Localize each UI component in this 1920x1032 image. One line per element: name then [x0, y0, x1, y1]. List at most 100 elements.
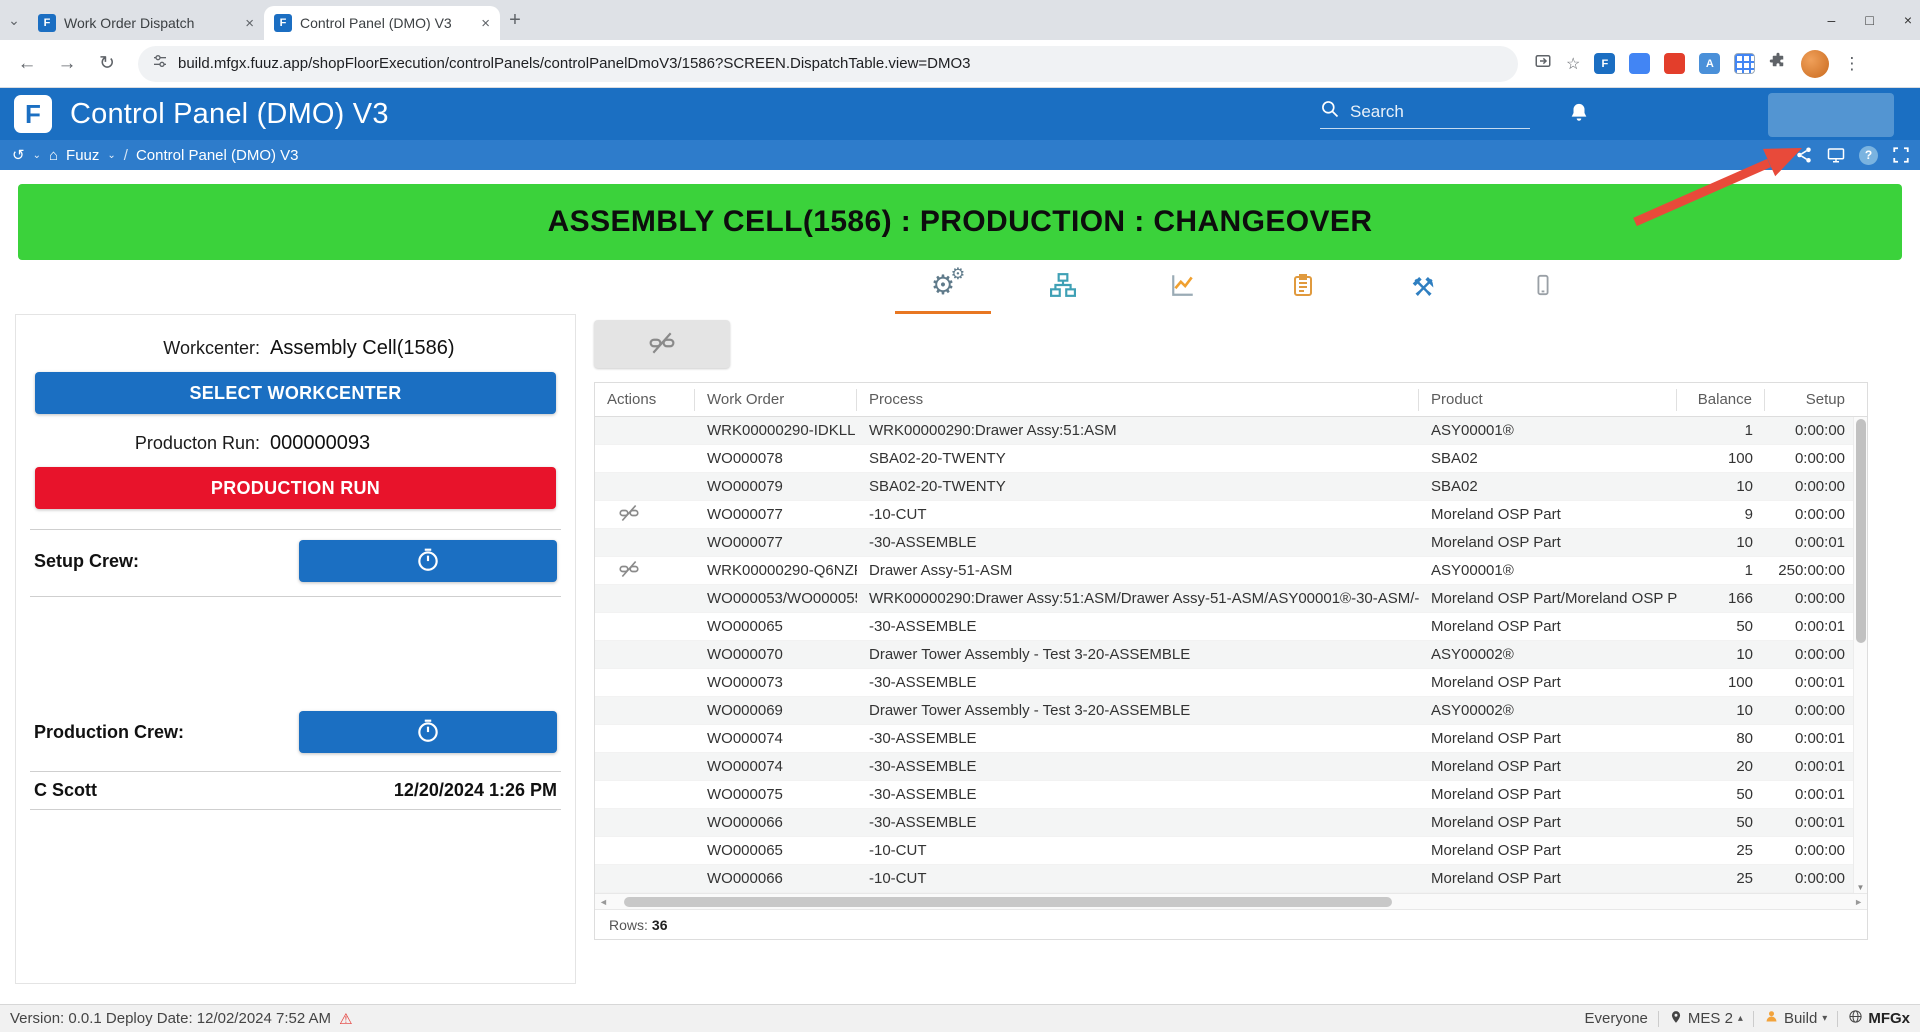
forward-button[interactable]: →	[50, 53, 84, 75]
row-balance: 10	[1677, 702, 1765, 719]
row-actions-cell	[595, 643, 695, 667]
scroll-right-arrow-icon[interactable]: ►	[1854, 897, 1863, 907]
minimize-button[interactable]: –	[1828, 12, 1836, 28]
new-tab-button[interactable]: +	[500, 9, 530, 32]
table-header: Actions Work Order Process Product Balan…	[595, 383, 1867, 417]
table-row[interactable]: WO000078 SBA02-20-TWENTY SBA02 100 0:00:…	[595, 445, 1867, 473]
share-link-icon[interactable]	[1795, 146, 1813, 164]
horizontal-scrollbar-track[interactable]	[612, 897, 1850, 907]
row-process: -30-ASSEMBLE	[857, 758, 1419, 775]
column-header-balance[interactable]: Balance	[1677, 389, 1765, 411]
tab-close-icon[interactable]: ×	[245, 15, 254, 32]
column-header-work-order[interactable]: Work Order	[695, 389, 857, 411]
browser-tab-control-panel[interactable]: F Control Panel (DMO) V3 ×	[264, 6, 500, 40]
bookmark-star-icon[interactable]: ☆	[1566, 54, 1580, 74]
user-menu-button[interactable]	[1768, 93, 1894, 137]
row-actions-cell	[595, 531, 695, 555]
environment-selector[interactable]: MES 2 ▴	[1669, 1010, 1743, 1028]
history-chevron-icon[interactable]: ⌄	[33, 150, 41, 161]
table-row[interactable]: WO000065 -30-ASSEMBLE Moreland OSP Part …	[595, 613, 1867, 641]
table-row[interactable]: WO000066 -10-CUT Moreland OSP Part 25 0:…	[595, 865, 1867, 893]
fuuz-logo[interactable]: F	[14, 95, 52, 133]
select-workcenter-button[interactable]: SELECT WORKCENTER	[35, 372, 556, 414]
table-row[interactable]: WO000079 SBA02-20-TWENTY SBA02 10 0:00:0…	[595, 473, 1867, 501]
pdf-extension-icon[interactable]	[1664, 53, 1685, 74]
table-row[interactable]: WO000066 -30-ASSEMBLE Moreland OSP Part …	[595, 809, 1867, 837]
breadcrumb-chevron-icon[interactable]: ⌄	[107, 150, 115, 161]
tab-maintenance[interactable]: ⚒	[1375, 260, 1471, 314]
tab-workcenters[interactable]	[1015, 260, 1111, 314]
table-row[interactable]: WO000077 -10-CUT Moreland OSP Part 9 0:0…	[595, 501, 1867, 529]
tab-checklist[interactable]	[1255, 260, 1351, 314]
history-icon[interactable]: ↺	[12, 146, 25, 164]
unlink-toggle-button[interactable]	[594, 320, 730, 368]
browser-menu-icon[interactable]: ⋮	[1843, 54, 1860, 74]
table-extension-icon[interactable]	[1734, 53, 1755, 74]
browser-tab-work-order-dispatch[interactable]: F Work Order Dispatch ×	[28, 6, 264, 40]
row-product: SBA02	[1419, 478, 1677, 495]
column-header-product[interactable]: Product	[1419, 389, 1677, 411]
help-icon[interactable]: ?	[1859, 146, 1878, 165]
row-work-order: WO000053/WO000055	[695, 590, 857, 607]
search-input[interactable]	[1350, 102, 1510, 122]
profile-avatar[interactable]	[1801, 50, 1829, 78]
table-row[interactable]: WO000075 -30-ASSEMBLE Moreland OSP Part …	[595, 781, 1867, 809]
display-monitor-icon[interactable]	[1827, 146, 1845, 164]
url-bar[interactable]: build.mfgx.fuuz.app/shopFloorExecution/c…	[138, 46, 1518, 82]
link-off-icon	[649, 330, 675, 359]
setup-crew-timer-button[interactable]	[299, 540, 557, 582]
column-header-setup[interactable]: Setup	[1765, 389, 1867, 411]
tab-close-icon[interactable]: ×	[481, 15, 490, 32]
url-text[interactable]: build.mfgx.fuuz.app/shopFloorExecution/c…	[178, 55, 971, 72]
link-off-icon[interactable]	[619, 559, 639, 579]
production-run-button[interactable]: PRODUCTION RUN	[35, 467, 556, 509]
table-row[interactable]: WRK00000290-Q6NZP Drawer Assy-51-ASM ASY…	[595, 557, 1867, 585]
production-run-value: 000000093	[270, 432, 370, 455]
warning-icon[interactable]: ⚠	[339, 1010, 352, 1028]
site-settings-icon[interactable]	[152, 53, 168, 74]
tab-search-chevron-icon[interactable]: ⌄	[0, 12, 28, 29]
back-button[interactable]: ←	[10, 53, 44, 75]
horizontal-scrollbar-thumb[interactable]	[624, 897, 1392, 907]
table-row[interactable]: WO000074 -30-ASSEMBLE Moreland OSP Part …	[595, 725, 1867, 753]
share-page-icon[interactable]	[1534, 52, 1552, 75]
table-row[interactable]: WO000069 Drawer Tower Assembly - Test 3-…	[595, 697, 1867, 725]
row-product: Moreland OSP Part/Moreland OSP Part	[1419, 590, 1677, 607]
production-crew-timer-button[interactable]	[299, 711, 557, 753]
tab-metrics[interactable]	[1135, 260, 1231, 314]
scroll-down-arrow-icon[interactable]: ▼	[1854, 883, 1867, 892]
table-row[interactable]: WO000070 Drawer Tower Assembly - Test 3-…	[595, 641, 1867, 669]
table-row[interactable]: WRK00000290-IDKLL WRK00000290:Drawer Ass…	[595, 417, 1867, 445]
reload-button[interactable]: ↻	[90, 52, 124, 75]
table-row[interactable]: WO000053/WO000055 WRK00000290:Drawer Ass…	[595, 585, 1867, 613]
header-search[interactable]	[1320, 99, 1530, 129]
breadcrumb-root[interactable]: Fuuz	[66, 147, 99, 164]
extensions-puzzle-icon[interactable]	[1769, 52, 1787, 75]
fullscreen-icon[interactable]	[1892, 146, 1910, 164]
home-icon[interactable]: ⌂	[49, 147, 58, 164]
table-row[interactable]: WO000074 -30-ASSEMBLE Moreland OSP Part …	[595, 753, 1867, 781]
table-row[interactable]: WO000077 -30-ASSEMBLE Moreland OSP Part …	[595, 529, 1867, 557]
link-off-icon[interactable]	[619, 503, 639, 523]
table-row[interactable]: WO000073 -30-ASSEMBLE Moreland OSP Part …	[595, 669, 1867, 697]
table-row[interactable]: WO000065 -10-CUT Moreland OSP Part 25 0:…	[595, 837, 1867, 865]
audience-selector[interactable]: Everyone	[1585, 1010, 1648, 1027]
docs-extension-icon[interactable]	[1629, 53, 1650, 74]
horizontal-scrollbar[interactable]: ◄ ►	[595, 893, 1867, 909]
fuuz-extension-icon[interactable]: F	[1594, 53, 1615, 74]
tab-operations-gears[interactable]: ⚙⚙	[895, 260, 991, 314]
notifications-bell-icon[interactable]	[1568, 102, 1590, 129]
window-close-button[interactable]: ×	[1904, 12, 1912, 28]
column-header-actions[interactable]: Actions	[595, 389, 695, 411]
scroll-left-arrow-icon[interactable]: ◄	[599, 897, 608, 907]
build-selector[interactable]: Build ▾	[1764, 1009, 1827, 1028]
translate-extension-icon[interactable]: A	[1699, 53, 1720, 74]
column-header-process[interactable]: Process	[857, 389, 1419, 411]
maximize-button[interactable]: □	[1865, 12, 1873, 28]
row-process: -30-ASSEMBLE	[857, 730, 1419, 747]
vertical-scrollbar-thumb[interactable]	[1856, 419, 1866, 643]
vertical-scrollbar[interactable]: ▼	[1853, 417, 1867, 893]
toolbar-icons: ☆ F A	[1534, 52, 1787, 75]
row-setup: 0:00:01	[1765, 618, 1867, 635]
tab-device[interactable]	[1495, 260, 1591, 314]
